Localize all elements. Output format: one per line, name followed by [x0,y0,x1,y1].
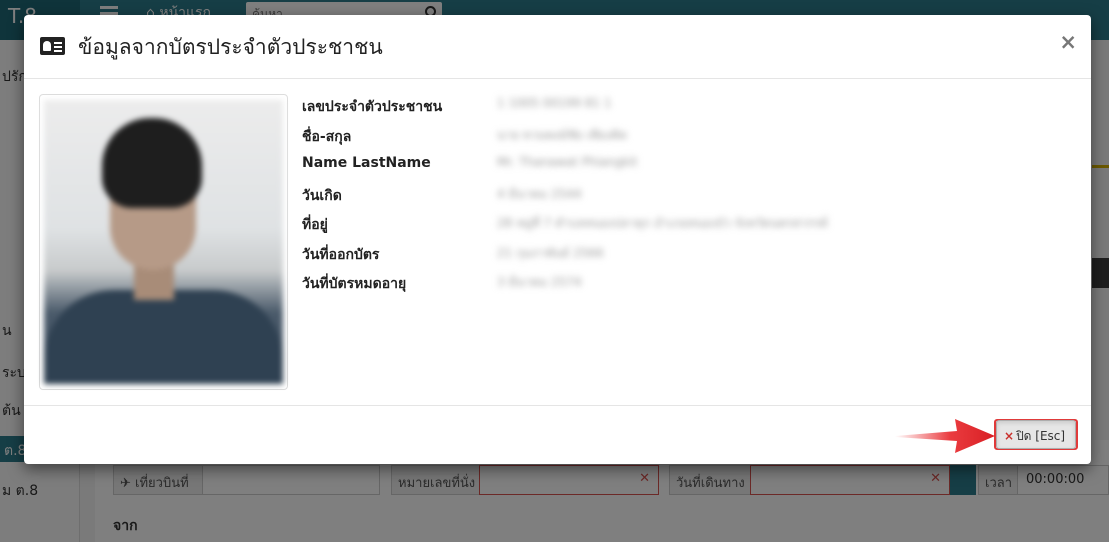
info-value: 3 มีนาคม 2574 [497,275,582,289]
info-value: 21 กุมภาพันธ์ 2566 [497,245,604,260]
info-value: นาย ทวนพงษ์ชัย เพียงคิด [497,127,628,142]
close-icon[interactable]: × [1059,31,1077,53]
close-button-label: ปิด [Esc] [1016,429,1066,443]
info-label: เลขประจำตัวประชาชน [302,99,443,115]
info-value: 1 1005 00199 81 1 [497,96,612,110]
id-card-photo [44,100,283,384]
info-value: 28 หมู่ที่ 7 ตำบลหนองปลาดุก อำเภอหนองบัว… [497,216,828,230]
close-button-icon: × [1004,429,1015,443]
info-label: วันที่บัตรหมดอายุ [302,276,407,292]
info-label: Name LastName [302,155,431,171]
info-value: Mr. Thanawat Phiangkit [497,155,638,169]
close-button[interactable]: × ปิด [Esc] [996,420,1076,449]
info-label: ชื่อ-สกุล [302,128,352,145]
id-photo-frame [39,94,288,390]
info-label: วันเกิด [302,187,342,204]
info-value: 4 มีนาคม 2544 [497,186,582,201]
info-label: ที่อยู่ [302,217,328,233]
id-card-modal: ข้อมูลจากบัตรประจำตัวประชาชน × เลขประจำต… [24,15,1091,464]
pointer-arrow-icon [895,419,995,453]
modal-title: ข้อมูลจากบัตรประจำตัวประชาชน [78,35,383,59]
id-card-icon [40,37,65,55]
info-label: วันที่ออกบัตร [302,246,380,263]
modal-header: ข้อมูลจากบัตรประจำตัวประชาชน × [24,15,1091,79]
